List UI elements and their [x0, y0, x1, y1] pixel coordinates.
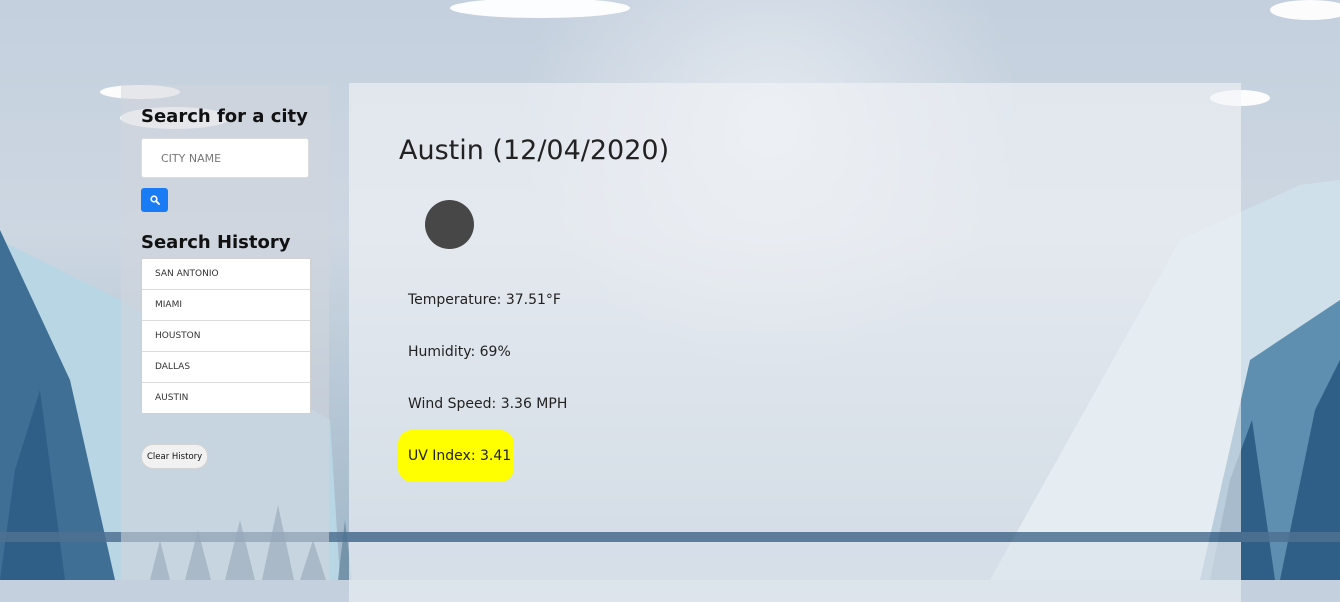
humidity-text: Humidity: 69% — [408, 344, 511, 360]
uv-index-badge: UV Index: 3.41 — [398, 430, 514, 482]
weather-icon — [425, 200, 474, 249]
history-title: Search History — [141, 232, 291, 253]
forecast-card — [349, 542, 1241, 602]
search-icon — [149, 195, 160, 205]
temperature-text: Temperature: 37.51°F — [408, 292, 561, 308]
city-date-heading: Austin (12/04/2020) — [399, 135, 670, 166]
history-item-san-antonio[interactable]: SAN ANTONIO — [142, 259, 310, 289]
history-item-houston[interactable]: HOUSTON — [142, 320, 310, 351]
search-history-list: SAN ANTONIO MIAMI HOUSTON DALLAS AUSTIN — [141, 258, 311, 414]
clear-history-button[interactable]: Clear History — [141, 444, 209, 469]
history-item-austin[interactable]: AUSTIN — [142, 382, 310, 413]
current-weather-card: Austin (12/04/2020) Temperature: 37.51°F… — [349, 83, 1241, 532]
history-item-dallas[interactable]: DALLAS — [142, 351, 310, 382]
sidebar: Search for a city Search History SAN ANT… — [121, 85, 329, 580]
search-button[interactable] — [141, 188, 168, 212]
search-title: Search for a city — [141, 106, 308, 127]
wind-speed-text: Wind Speed: 3.36 MPH — [408, 396, 568, 412]
city-search-input[interactable] — [141, 138, 309, 178]
history-item-miami[interactable]: MIAMI — [142, 289, 310, 320]
